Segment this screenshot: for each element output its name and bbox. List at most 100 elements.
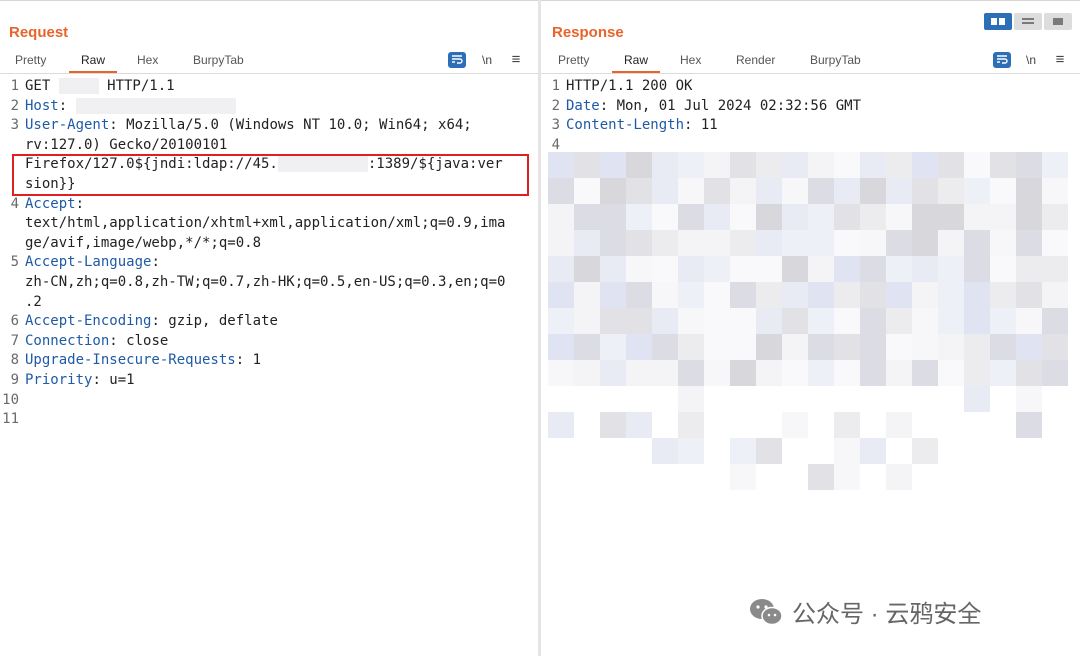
mosaic-tile xyxy=(834,256,860,282)
mosaic-tile xyxy=(756,360,782,386)
mosaic-tile xyxy=(678,230,704,256)
wrap-lines-icon[interactable] xyxy=(448,52,466,68)
code-line: .2 xyxy=(0,293,538,313)
mosaic-tile xyxy=(756,438,782,464)
mosaic-tile xyxy=(964,386,990,412)
mosaic-tile xyxy=(834,464,860,490)
mosaic-tile xyxy=(808,178,834,204)
mosaic-tile xyxy=(782,152,808,178)
code-text: HTTP/1.1 200 OK xyxy=(566,78,693,94)
single-pane-icon[interactable] xyxy=(1044,13,1072,30)
mosaic-tile xyxy=(860,282,886,308)
mosaic-tile xyxy=(860,204,886,230)
mosaic-tile xyxy=(600,282,626,308)
mosaic-tile xyxy=(834,282,860,308)
mosaic-tile xyxy=(600,230,626,256)
request-editor[interactable]: 1 GET HTTP/1.1 2 Host: 3 User-Agent: Mozilla… xyxy=(0,77,538,430)
tab-pretty[interactable]: Pretty xyxy=(15,53,46,72)
mosaic-tile xyxy=(574,152,600,178)
mosaic-tile xyxy=(886,464,912,490)
menu-icon[interactable]: ≡ xyxy=(1051,52,1069,68)
mosaic-tile xyxy=(574,282,600,308)
mosaic-tile xyxy=(1042,256,1068,282)
newline-toggle-button[interactable]: \n xyxy=(478,52,496,68)
tab-burpytab[interactable]: BurpyTab xyxy=(193,53,244,72)
tab-hex[interactable]: Hex xyxy=(680,53,701,72)
mosaic-tile xyxy=(834,178,860,204)
mosaic-tile xyxy=(912,256,938,282)
mosaic-tile xyxy=(652,334,678,360)
mosaic-tile xyxy=(964,282,990,308)
code-text: GET xyxy=(25,78,59,94)
mosaic-tile xyxy=(678,178,704,204)
mosaic-tile xyxy=(548,230,574,256)
mosaic-tile xyxy=(704,308,730,334)
code-line: 8 Upgrade-Insecure-Requests: 1 xyxy=(0,351,538,371)
mosaic-tile xyxy=(808,152,834,178)
code-line: 3 User-Agent: Mozilla/5.0 (Windows NT 10.… xyxy=(0,116,538,136)
mosaic-tile xyxy=(678,308,704,334)
mosaic-tile xyxy=(782,282,808,308)
mosaic-tile xyxy=(808,230,834,256)
tab-render[interactable]: Render xyxy=(736,53,775,72)
watermark-text: 公众号 · 云鸦安全 xyxy=(792,601,982,628)
mosaic-tile xyxy=(678,412,704,438)
mosaic-tile xyxy=(990,230,1016,256)
tab-raw[interactable]: Raw xyxy=(611,53,661,73)
split-vertical-icon[interactable] xyxy=(1014,13,1042,30)
mosaic-tile xyxy=(1016,256,1042,282)
mosaic-tile xyxy=(860,438,886,464)
tab-burpytab[interactable]: BurpyTab xyxy=(810,53,861,72)
mosaic-tile xyxy=(834,204,860,230)
layout-toggles xyxy=(984,13,1072,30)
tab-raw[interactable]: Raw xyxy=(68,53,118,73)
mosaic-tile xyxy=(938,230,964,256)
header-name: Content-Length xyxy=(566,117,685,134)
header-name: Host xyxy=(25,97,59,114)
mosaic-tile xyxy=(626,308,652,334)
tab-pretty[interactable]: Pretty xyxy=(558,53,589,72)
line-number: 5 xyxy=(10,254,19,271)
mosaic-tile xyxy=(1016,386,1042,412)
mosaic-tile xyxy=(600,334,626,360)
code-text: : xyxy=(58,97,76,114)
code-text: : 11 xyxy=(684,117,718,134)
mosaic-tile xyxy=(964,360,990,386)
mosaic-tile xyxy=(756,256,782,282)
wrap-lines-icon[interactable] xyxy=(993,52,1011,68)
mosaic-tile xyxy=(886,230,912,256)
mosaic-tile xyxy=(808,256,834,282)
mosaic-tile xyxy=(730,464,756,490)
mosaic-tile xyxy=(834,152,860,178)
line-number: 2 xyxy=(10,97,19,114)
mosaic-tile xyxy=(782,308,808,334)
tab-hex[interactable]: Hex xyxy=(137,53,158,72)
mosaic-tile xyxy=(548,282,574,308)
mosaic-tile xyxy=(756,204,782,230)
mosaic-tile xyxy=(860,152,886,178)
mosaic-tile xyxy=(652,308,678,334)
newline-toggle-button[interactable]: \n xyxy=(1022,52,1040,68)
code-line: 2 Host: xyxy=(0,97,538,117)
mosaic-tile xyxy=(626,334,652,360)
mosaic-tile xyxy=(834,360,860,386)
menu-icon[interactable]: ≡ xyxy=(507,52,525,68)
mosaic-tile xyxy=(704,178,730,204)
mosaic-tile xyxy=(912,308,938,334)
response-editor[interactable]: 1 HTTP/1.1 200 OK 2 Date: Mon, 01 Jul 2024 … xyxy=(541,77,1080,155)
request-title: Request xyxy=(9,24,69,41)
line-number: 6 xyxy=(10,313,19,330)
mosaic-tile xyxy=(886,256,912,282)
mosaic-tile xyxy=(574,204,600,230)
code-line: 11 xyxy=(0,410,538,430)
mosaic-tile xyxy=(1016,412,1042,438)
mosaic-tile xyxy=(730,230,756,256)
mosaic-tile xyxy=(574,178,600,204)
mosaic-tile xyxy=(652,256,678,282)
mosaic-tile xyxy=(730,282,756,308)
split-horizontal-icon[interactable] xyxy=(984,13,1012,30)
mosaic-tile xyxy=(886,152,912,178)
code-line: text/html,application/xhtml+xml,applicat… xyxy=(0,214,538,234)
mosaic-tile xyxy=(938,152,964,178)
header-name: Upgrade-Insecure-Requests xyxy=(25,352,236,369)
